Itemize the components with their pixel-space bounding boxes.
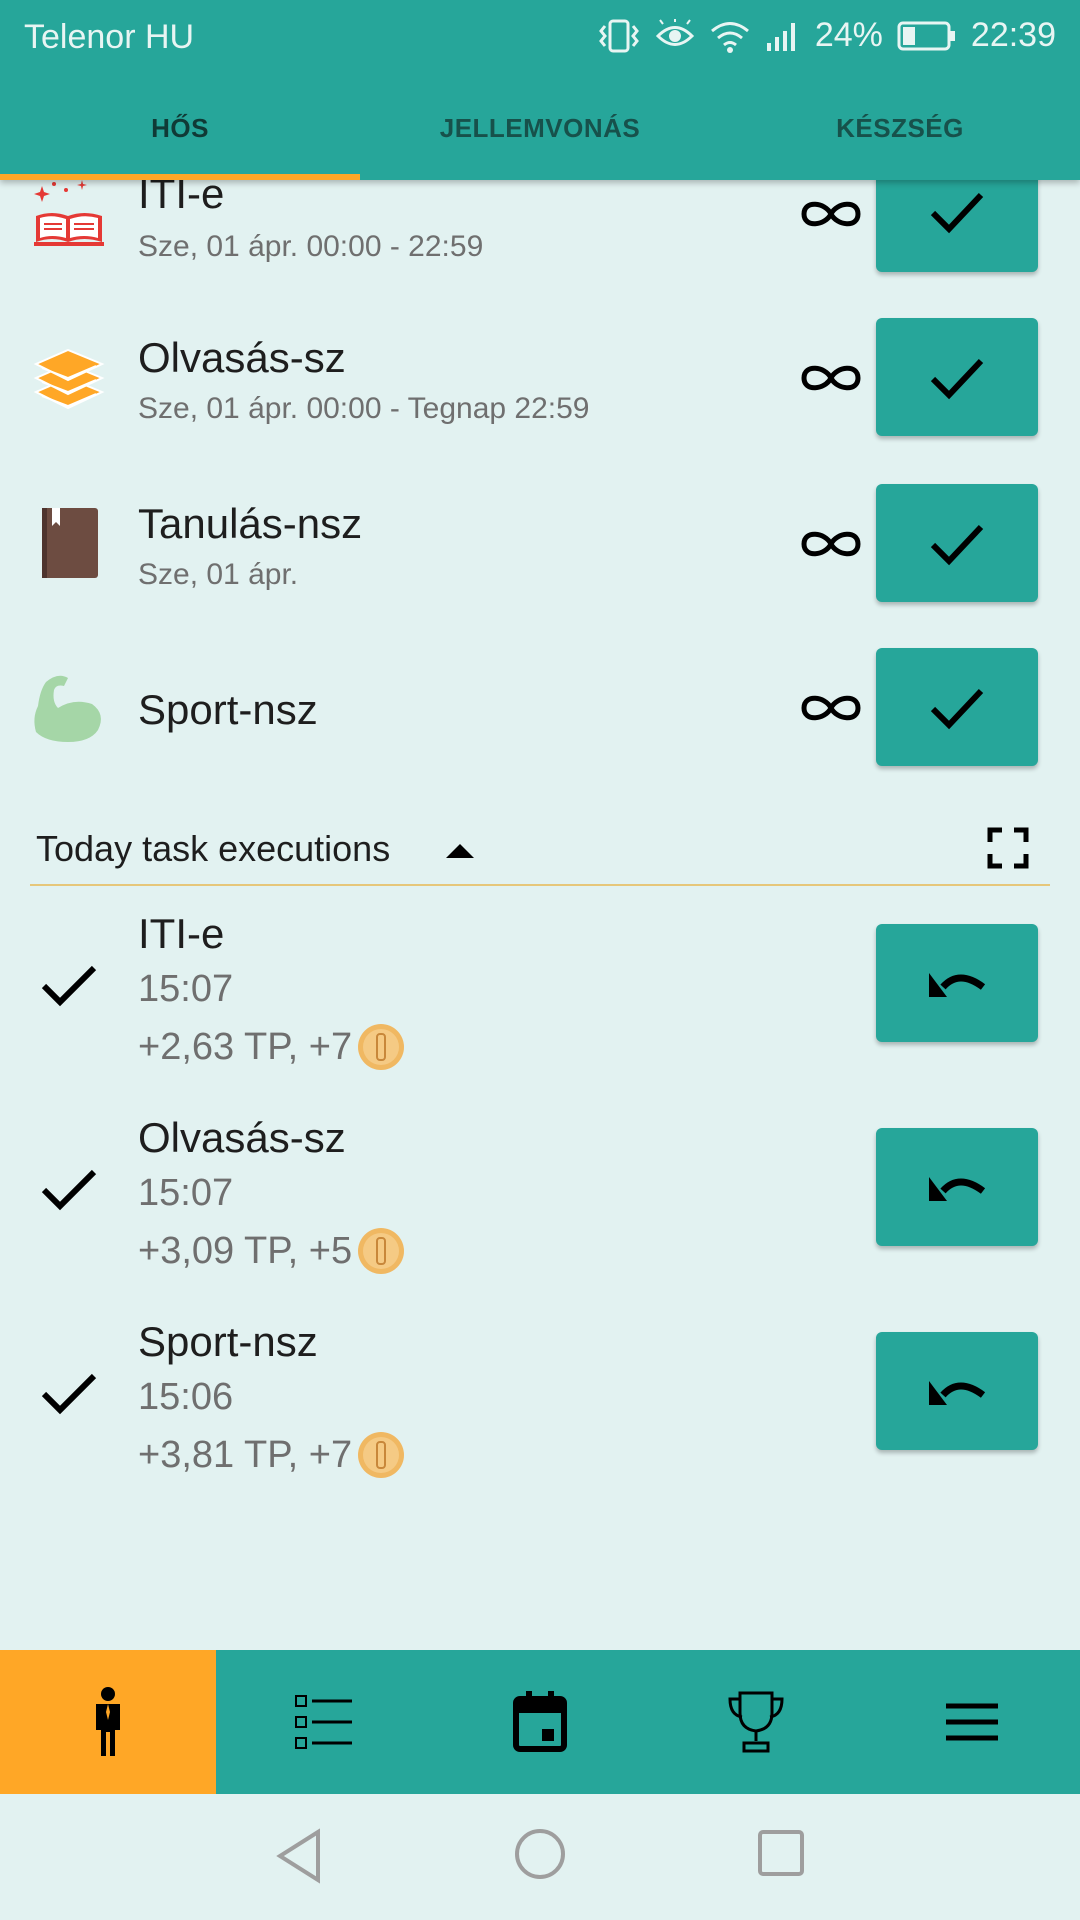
check-icon: [41, 1169, 97, 1211]
nav-menu[interactable]: [864, 1650, 1080, 1794]
system-navigation: [0, 1794, 1080, 1920]
execution-name: Sport-nsz: [138, 1318, 318, 1365]
execution-time: 15:07: [138, 968, 234, 1010]
execution-row: ITI-e 15:07 +2,63 TP, +7: [0, 910, 1080, 1086]
reward-text: +3,81 TP, +7: [138, 1433, 353, 1476]
task-row[interactable]: Sport-nsz: [0, 648, 1080, 770]
complete-task-button[interactable]: [876, 318, 1038, 436]
undo-icon: [929, 1381, 986, 1405]
notebook-icon: [42, 508, 98, 578]
execution-row: Sport-nsz 15:06 +3,81 TP, +7: [0, 1318, 1080, 1494]
checklist-icon: [295, 1695, 352, 1749]
undo-button[interactable]: [876, 924, 1038, 1042]
infinity-icon: [801, 531, 861, 557]
complete-task-button[interactable]: [876, 484, 1038, 602]
tab-bar: HŐS JELLEMVONÁS KÉSZSÉG: [0, 76, 1080, 180]
task-schedule: Sze, 01 ápr. 00:00 - 22:59: [138, 230, 484, 263]
execution-reward: +3,09 TP, +5: [138, 1226, 406, 1276]
book-sparkle-icon: [34, 180, 104, 246]
task-name: Tanulás-nsz: [138, 500, 363, 547]
check-icon: [930, 688, 984, 730]
infinity-icon: [801, 365, 861, 391]
execution-reward: +3,81 TP, +7: [138, 1430, 406, 1480]
today-executions-header[interactable]: Today task executions: [30, 818, 1050, 886]
nav-hero[interactable]: [0, 1650, 216, 1794]
undo-button[interactable]: [876, 1128, 1038, 1246]
nav-tasks[interactable]: [216, 1650, 432, 1794]
undo-button[interactable]: [876, 1332, 1038, 1450]
carrier-name: Telenor HU: [24, 18, 195, 56]
task-row[interactable]: Tanulás-nsz Sze, 01 ápr.: [0, 484, 1080, 606]
fullscreen-icon[interactable]: [986, 826, 1030, 870]
execution-row: Olvasás-sz 15:07 +3,09 TP, +5: [0, 1114, 1080, 1290]
trophy-icon: [728, 1691, 784, 1753]
tab-keszseg[interactable]: KÉSZSÉG: [720, 76, 1080, 180]
status-bar: Telenor HU 24% 22:39: [0, 0, 1080, 76]
task-schedule: Sze, 01 ápr. 00:00 - Tegnap 22:59: [138, 392, 590, 425]
execution-name: Olvasás-sz: [138, 1114, 346, 1161]
eye-icon: [655, 18, 694, 46]
tab-jellemvonas[interactable]: JELLEMVONÁS: [360, 76, 720, 180]
calendar-icon: [513, 1691, 567, 1752]
recents-icon[interactable]: [756, 1828, 806, 1878]
undo-icon: [929, 1177, 986, 1201]
books-stack-icon: [33, 348, 105, 410]
task-row[interactable]: Olvasás-sz Sze, 01 ápr. 00:00 - Tegnap 2…: [0, 318, 1080, 440]
reward-text: +3,09 TP, +5: [138, 1229, 353, 1272]
execution-time: 15:06: [138, 1376, 234, 1418]
menu-icon: [946, 1703, 998, 1741]
clock: 22:39: [970, 16, 1056, 54]
check-icon: [930, 358, 984, 400]
person-icon: [96, 1687, 120, 1756]
tab-hos[interactable]: HŐS: [0, 76, 360, 180]
infinity-icon: [801, 201, 861, 227]
wifi-icon: [710, 21, 749, 53]
home-icon[interactable]: [512, 1826, 568, 1882]
signal-icon: [766, 22, 795, 51]
complete-task-button[interactable]: [876, 648, 1038, 766]
task-name: Olvasás-sz: [138, 334, 346, 381]
section-title: Today task executions: [36, 828, 391, 869]
task-schedule: Sze, 01 ápr.: [138, 558, 299, 591]
execution-name: ITI-e: [138, 910, 225, 957]
check-icon: [930, 524, 984, 566]
execution-time: 15:07: [138, 1172, 234, 1214]
reward-text: +2,63 TP, +7: [138, 1025, 353, 1068]
infinity-icon: [801, 695, 861, 721]
battery-icon: [897, 21, 955, 50]
coin-icon: [358, 1024, 405, 1070]
back-icon[interactable]: [274, 1828, 324, 1884]
status-icons: 24% 22:39: [597, 16, 1056, 55]
check-icon: [41, 965, 97, 1007]
bottom-navigation: [0, 1650, 1080, 1794]
flexed-arm-icon: [34, 675, 101, 742]
undo-icon: [929, 973, 986, 997]
coin-icon: [358, 1432, 405, 1478]
battery-percent: 24%: [814, 16, 883, 54]
check-icon: [930, 192, 984, 234]
check-icon: [41, 1373, 97, 1415]
nav-calendar[interactable]: [432, 1650, 648, 1794]
caret-up-icon[interactable]: [444, 840, 476, 860]
vibrate-icon: [598, 19, 639, 52]
app-bar: Telenor HU 24% 22:39 HŐS JELLEMVONÁS KÉS…: [0, 0, 1080, 180]
execution-reward: +2,63 TP, +7: [138, 1022, 406, 1072]
coin-icon: [358, 1228, 405, 1274]
task-name: Sport-nsz: [138, 686, 318, 733]
nav-achievements[interactable]: [648, 1650, 864, 1794]
